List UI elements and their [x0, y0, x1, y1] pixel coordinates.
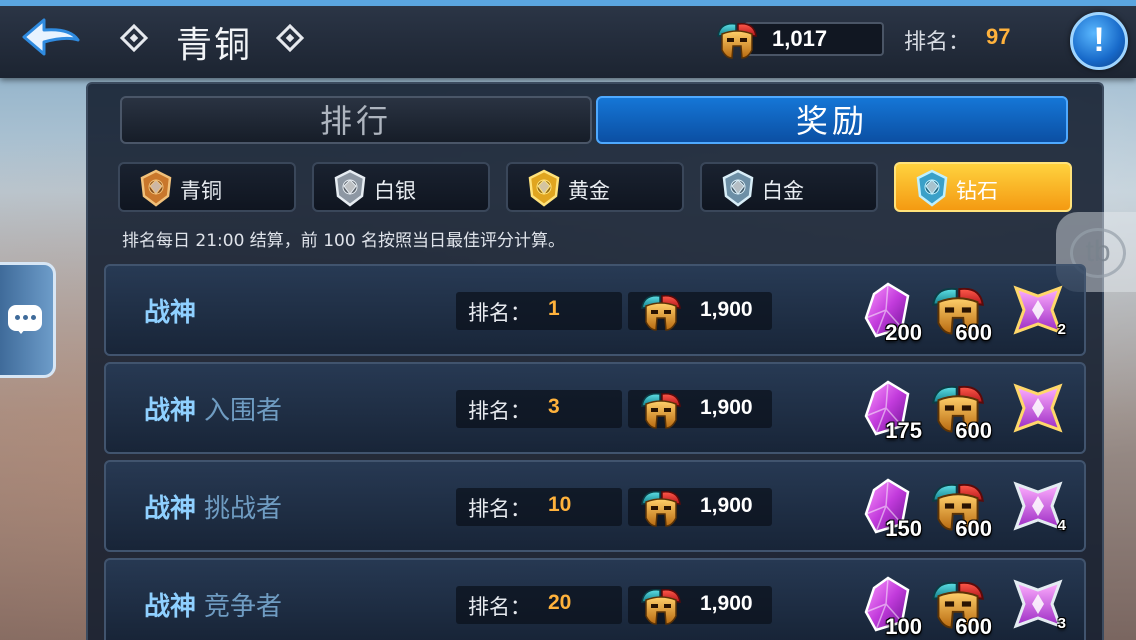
badge-quantity: 2 [1057, 321, 1066, 338]
helmet-quantity: 600 [955, 418, 992, 443]
helmet-quantity: 600 [955, 614, 992, 639]
player-rank-label: 排名： [904, 30, 971, 55]
tab-ranking[interactable]: 排行 [120, 96, 592, 144]
tier-label: 白金 [762, 179, 804, 203]
rank-number: 1 [548, 297, 560, 320]
tier-label: 钻石 [956, 179, 998, 203]
reward-row: 战神 挑战者 排名： 10 1,900 150 600 4 [104, 460, 1086, 552]
helmet-reward-icon[interactable]: 600 [928, 280, 992, 345]
reward-title: 战神 挑战者 [144, 488, 282, 525]
crystal-reward-icon[interactable]: 150 [858, 476, 922, 541]
helmet-reward-icon[interactable]: 600 [928, 574, 992, 639]
score-value: 1,900 [700, 494, 753, 517]
score-requirement: 1,900 [628, 292, 772, 330]
chat-tab-button[interactable] [0, 262, 56, 378]
rank-number: 3 [548, 395, 560, 418]
rank-number: 10 [548, 493, 572, 516]
reward-title-main: 战神 [144, 396, 197, 426]
crystal-reward-icon[interactable]: 100 [858, 574, 922, 639]
back-arrow-icon[interactable] [18, 14, 84, 60]
reward-title: 战神 竞争者 [144, 586, 282, 623]
rank-number: 20 [548, 591, 572, 614]
crystal-quantity: 100 [885, 614, 922, 639]
helmet-icon [638, 586, 684, 626]
badge-reward-icon[interactable] [1008, 378, 1068, 438]
diamond-emblem-icon [912, 168, 952, 208]
reward-row: 战神 竞争者 排名： 20 1,900 100 600 3 [104, 558, 1086, 640]
currency-value: 1,017 [772, 26, 828, 51]
tier-label: 黄金 [568, 179, 610, 203]
platinum-emblem-icon [718, 168, 758, 208]
reward-title-main: 战神 [144, 592, 197, 622]
tier-tab-gold[interactable]: 黄金 [506, 162, 684, 212]
crystal-quantity: 175 [885, 418, 922, 443]
reward-row: 战神 入围者 排名： 3 1,900 175 600 [104, 362, 1086, 454]
tier-tab-bronze[interactable]: 青铜 [118, 162, 296, 212]
rank-requirement: 排名： 3 [456, 390, 622, 428]
settlement-notice: 排名每日 21:00 结算，前 100 名按照当日最佳评分计算。 [122, 231, 566, 251]
tier-tab-diamond[interactable]: 钻石 [894, 162, 1072, 212]
badge-reward-icon[interactable]: 3 [1008, 574, 1068, 634]
gold-emblem-icon [524, 168, 564, 208]
crystal-reward-icon[interactable]: 200 [858, 280, 922, 345]
reward-title: 战神 入围者 [144, 390, 282, 427]
page-title: 青铜 [176, 25, 253, 66]
reward-title-main: 战神 [144, 298, 197, 328]
crystal-quantity: 200 [885, 320, 922, 345]
rank-label: 排名： [468, 497, 531, 521]
tier-label: 白银 [374, 179, 416, 203]
score-requirement: 1,900 [628, 390, 772, 428]
helmet-quantity: 600 [955, 516, 992, 541]
crystal-quantity: 150 [885, 516, 922, 541]
score-value: 1,900 [700, 298, 753, 321]
badge-reward-icon[interactable]: 2 [1008, 280, 1068, 340]
tier-tab-platinum[interactable]: 白金 [700, 162, 878, 212]
reward-title: 战神 [144, 292, 204, 329]
score-requirement: 1,900 [628, 488, 772, 526]
score-value: 1,900 [700, 592, 753, 615]
tier-label: 青铜 [180, 179, 222, 203]
helmet-icon [638, 292, 684, 332]
helmet-reward-icon[interactable]: 600 [928, 476, 992, 541]
crystal-reward-icon[interactable]: 175 [858, 378, 922, 443]
chat-bubble-icon [8, 305, 42, 334]
badge-quantity: 3 [1057, 615, 1066, 632]
helmet-quantity: 600 [955, 320, 992, 345]
reward-row: 战神 排名： 1 1,900 200 600 2 [104, 264, 1086, 356]
player-rank-value: 97 [986, 24, 1011, 49]
rank-label: 排名： [468, 301, 531, 325]
helmet-icon [638, 390, 684, 430]
rank-requirement: 排名： 1 [456, 292, 622, 330]
score-value: 1,900 [700, 396, 753, 419]
rank-label: 排名： [468, 595, 531, 619]
reward-title-sub: 入围者 [204, 396, 283, 426]
badge-quantity: 4 [1057, 517, 1066, 534]
helmet-reward-icon[interactable]: 600 [928, 378, 992, 443]
badge-reward-icon[interactable]: 4 [1008, 476, 1068, 536]
helmet-icon [638, 488, 684, 528]
helmet-currency-icon [714, 20, 760, 60]
reward-title-main: 战神 [144, 494, 197, 524]
exclamation-icon: ! [1093, 21, 1105, 59]
score-requirement: 1,900 [628, 586, 772, 624]
reward-title-sub: 挑战者 [204, 494, 283, 524]
reward-title-sub: 竞争者 [204, 592, 283, 622]
rank-label: 排名： [468, 399, 531, 423]
bronze-emblem-icon [136, 168, 176, 208]
tab-rewards[interactable]: 奖励 [596, 96, 1068, 144]
rank-requirement: 排名： 10 [456, 488, 622, 526]
tier-tab-silver[interactable]: 白银 [312, 162, 490, 212]
rank-requirement: 排名： 20 [456, 586, 622, 624]
info-button[interactable]: ! [1070, 12, 1128, 70]
silver-emblem-icon [330, 168, 370, 208]
